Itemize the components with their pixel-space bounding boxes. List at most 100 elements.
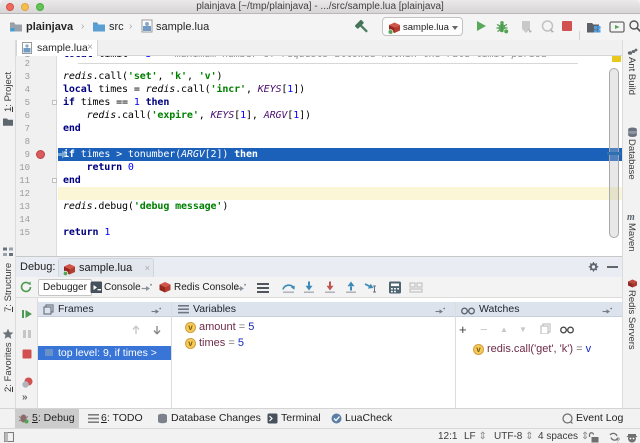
variable-row[interactable]: times = 5: [199, 337, 244, 349]
run-to-cursor-icon[interactable]: [364, 281, 380, 297]
frames-pane-header: Frames: [38, 302, 171, 317]
fold-marker[interactable]: [52, 100, 57, 105]
stop-icon[interactable]: [21, 348, 37, 364]
status-bar: 12:1 LF ⇕ UTF-8 ⇕ 4 spaces ⇕ ?: [0, 428, 640, 443]
step-out-icon[interactable]: [344, 281, 360, 297]
line-number: 13: [19, 202, 30, 212]
force-step-into-icon[interactable]: [323, 281, 339, 297]
run-configuration-select[interactable]: sample.lua: [382, 17, 463, 36]
pane-divider[interactable]: [455, 302, 456, 408]
debugger-content: » Frames top level: 9, if times > Variab…: [16, 298, 622, 408]
code-line-11: end: [63, 175, 81, 186]
view-options-icon[interactable]: [256, 281, 272, 297]
toolwindow-button-project[interactable]: 1: Project: [3, 72, 14, 112]
pause-icon-disabled: [21, 328, 37, 344]
debug-tabs-row: Debugger Console Redis Console: [16, 277, 622, 298]
variable-row[interactable]: redis.call('get', 'k') = v: [487, 343, 591, 355]
execution-point-arrow-icon: [58, 150, 68, 162]
caret-position[interactable]: 12:1: [438, 431, 457, 442]
frames-icon: [43, 304, 59, 320]
redis-config-icon: [387, 20, 403, 36]
title-bar: plainjava [~/tmp/plainjava] - .../src/sa…: [0, 0, 640, 14]
variable-icon: v: [185, 322, 196, 333]
editor-tab-sample-lua[interactable]: sample.lua ×: [16, 40, 98, 57]
tab-debugger[interactable]: Debugger: [38, 279, 92, 296]
variables-header-label: Variables: [193, 303, 236, 315]
run-button[interactable]: [474, 19, 490, 35]
toolwindow-button-ant-build[interactable]: Ant Build: [626, 57, 637, 95]
step-into-icon[interactable]: [302, 281, 318, 297]
watches-icon: [461, 306, 477, 322]
debug-button[interactable]: [494, 19, 510, 35]
toolwindow-button-maven[interactable]: Maven: [626, 223, 637, 252]
more-actions-icon[interactable]: »: [22, 392, 27, 403]
close-session-icon[interactable]: ×: [145, 263, 150, 273]
rerun-icon[interactable]: [19, 280, 35, 296]
svg-text:?: ?: [616, 438, 620, 443]
execution-stripe-mark[interactable]: [607, 152, 621, 155]
pin-arrow-icon[interactable]: [141, 283, 157, 299]
breakpoint-icon[interactable]: [36, 150, 45, 159]
code-line-3: redis.call('set', 'k', 'v'): [63, 71, 223, 82]
build-hammer-icon[interactable]: [354, 19, 370, 35]
breadcrumb-file[interactable]: sample.lua: [156, 21, 209, 33]
line-number: 12: [19, 189, 30, 199]
line-number: 8: [24, 137, 30, 147]
fold-marker[interactable]: [52, 178, 57, 183]
pin-arrow-icon[interactable]: [235, 283, 251, 299]
view-breakpoints-icon[interactable]: [21, 376, 37, 392]
encoding-select[interactable]: UTF-8 ⇕: [494, 431, 534, 442]
frame-down-icon[interactable]: [151, 324, 167, 340]
project-structure-icon[interactable]: [586, 19, 602, 35]
debug-window-header: Debug: sample.lua ×: [16, 256, 622, 278]
line-number: 15: [19, 228, 30, 238]
breadcrumb-separator: ›: [129, 21, 133, 32]
resume-icon[interactable]: [21, 308, 37, 324]
toolwindow-button-debug[interactable]: 5: Debug: [15, 409, 79, 428]
lock-icon[interactable]: [587, 432, 603, 443]
search-everywhere-icon[interactable]: [628, 19, 640, 35]
caret-line-highlight: [58, 187, 622, 200]
hector-inspections-icon[interactable]: [626, 432, 640, 443]
breadcrumb-project[interactable]: plainjava: [26, 21, 73, 33]
frame-row-label: top level: 9, if times >: [58, 347, 157, 359]
run-anything-icon[interactable]: [609, 19, 625, 35]
toolwindow-switcher-icon[interactable]: [3, 431, 20, 443]
tab-console[interactable]: Console: [104, 282, 141, 299]
copy-watch-icon-disabled: [540, 323, 556, 339]
breadcrumb-src[interactable]: src: [109, 21, 124, 33]
pin-arrow-icon[interactable]: [151, 306, 167, 322]
frame-row-selected[interactable]: top level: 9, if times >: [38, 346, 171, 360]
warning-stripe-mark[interactable]: [612, 56, 621, 62]
step-over-icon[interactable]: [281, 281, 297, 297]
show-watches-icon[interactable]: [560, 325, 576, 341]
indent-select[interactable]: 4 spaces ⇕: [538, 431, 589, 442]
debug-tool-window: Debug: sample.lua × Debugger Console Red…: [0, 256, 640, 408]
line-ending-select[interactable]: LF ⇕: [464, 431, 487, 442]
toolwindow-button-database[interactable]: Database: [626, 139, 637, 180]
line-number: 9: [24, 150, 30, 160]
pin-arrow-icon[interactable]: [435, 306, 451, 322]
add-watch-icon[interactable]: +: [459, 322, 467, 337]
dumb-mode-icon[interactable]: ?: [608, 432, 624, 443]
profiler-button-disabled: [540, 19, 556, 35]
editor[interactable]: 123456789101112131415 local limit = 5 --…: [16, 56, 622, 256]
hide-tool-window-icon[interactable]: [607, 266, 618, 268]
frames-header-label: Frames: [58, 303, 94, 315]
pin-arrow-icon[interactable]: [602, 306, 618, 322]
line-number: 14: [19, 215, 30, 225]
code-line-5: if times == 1 then: [63, 97, 170, 108]
coverage-button-disabled: [518, 19, 534, 35]
close-tab-icon[interactable]: ×: [87, 42, 93, 53]
move-watch-up-icon-disabled: ▲: [500, 325, 508, 334]
stop-button[interactable]: [561, 20, 577, 36]
code-line-1: local limit = 5 -- maximum number of req…: [63, 56, 547, 61]
variable-row[interactable]: amount = 5: [199, 321, 254, 333]
settings-gear-icon[interactable]: [586, 260, 602, 276]
pane-divider[interactable]: [171, 302, 172, 408]
debug-window-title: Debug:: [20, 261, 56, 273]
tab-redis-console[interactable]: Redis Console: [174, 282, 239, 299]
evaluate-expression-icon[interactable]: [388, 281, 404, 297]
line-number: 11: [19, 176, 30, 186]
debug-session-tab[interactable]: sample.lua ×: [58, 258, 154, 278]
